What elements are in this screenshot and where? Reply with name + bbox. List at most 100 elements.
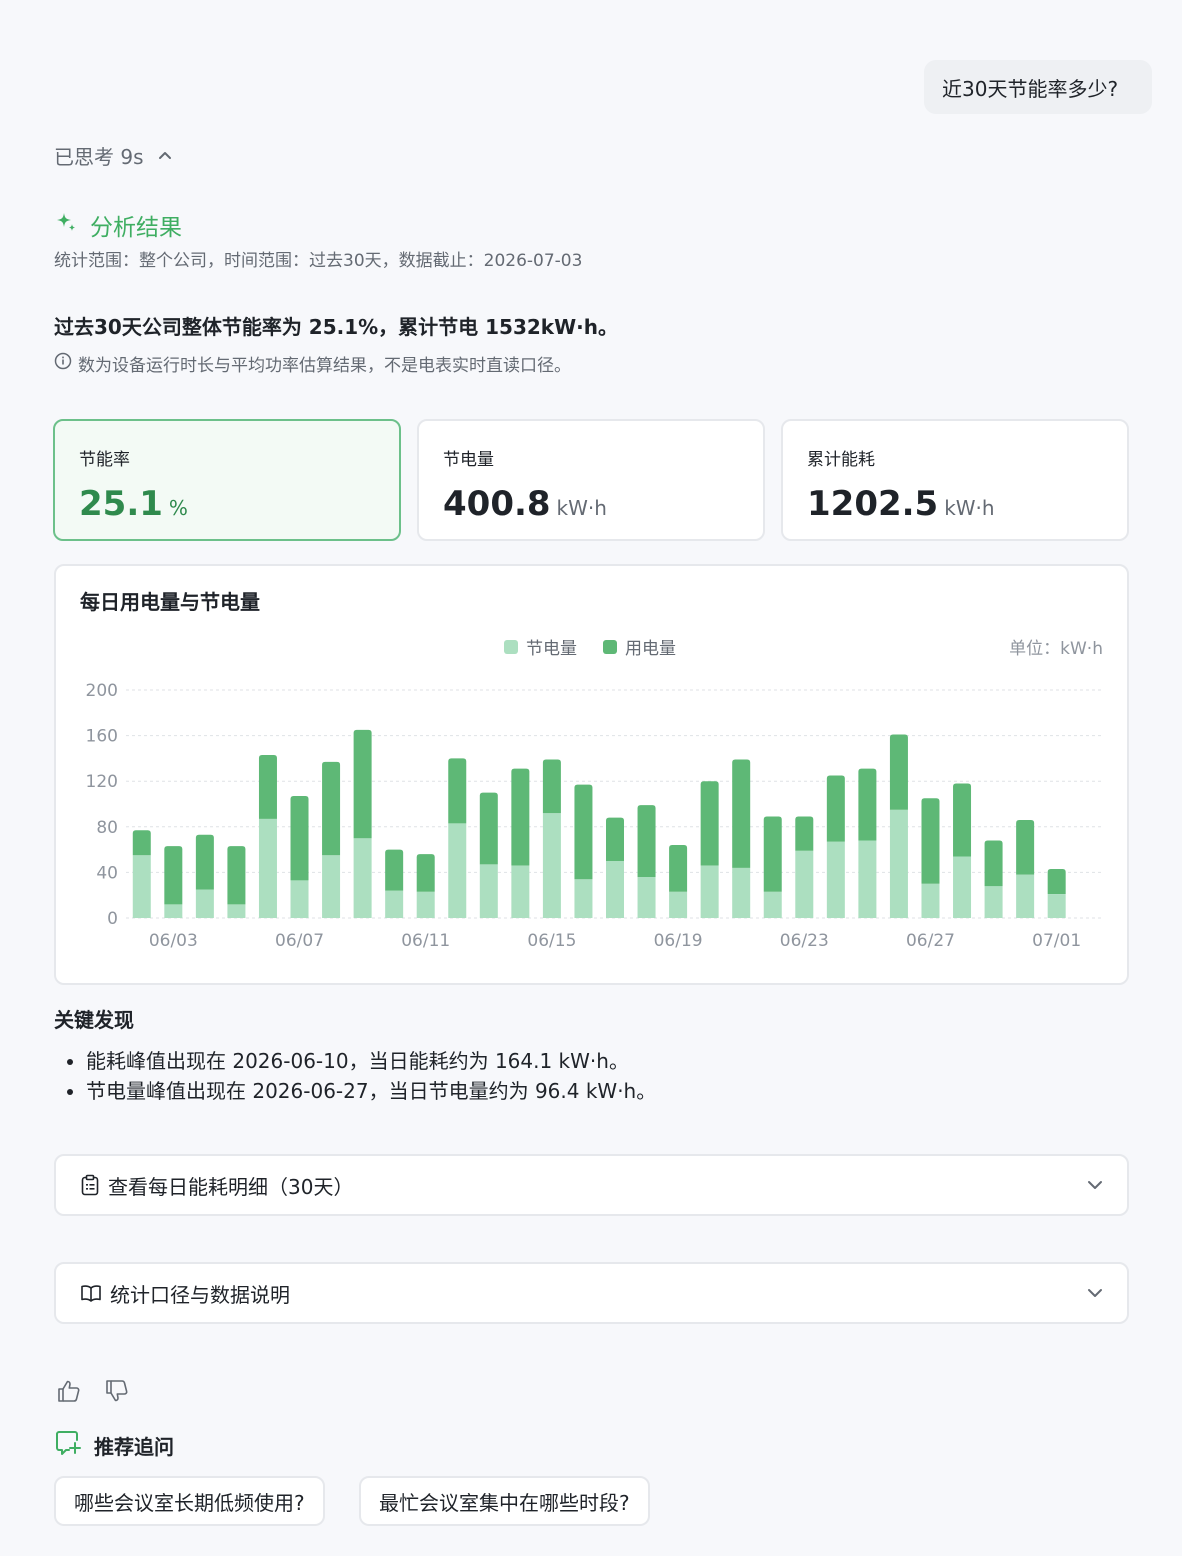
kpi-value: 25.1 xyxy=(79,484,163,524)
bar-used xyxy=(606,817,624,861)
bar-saved xyxy=(795,850,814,918)
x-tick-label: 06/23 xyxy=(780,931,829,951)
suggestion-chip[interactable]: 哪些会议室长期低频使用? xyxy=(54,1476,325,1526)
thinking-toggle[interactable]: 已思考 9s xyxy=(54,140,172,170)
bar-used xyxy=(574,784,593,880)
analysis-header: 分析结果 xyxy=(54,208,182,242)
chevron-up-icon xyxy=(158,150,172,160)
daily-detail-collapsible[interactable]: 查看每日能耗明细（30天） xyxy=(54,1154,1129,1216)
kpi-label: 累计能耗 xyxy=(807,450,875,470)
kpi-value: 400.8 xyxy=(443,484,551,524)
sparkle-icon xyxy=(54,210,78,240)
analysis-meta: 统计范围：整个公司，时间范围：过去30天，数据截止：2026-07-03 xyxy=(54,251,583,271)
bar-saved xyxy=(1016,874,1035,918)
bar-used xyxy=(385,849,404,891)
bar-used xyxy=(195,834,214,890)
book-open-icon xyxy=(80,1283,102,1303)
bar-chart: 0 40 80 120 160 200 06/03 06/07 06/11 06/15 06/19 0… xyxy=(86,681,1104,951)
x-tick-label: 07/01 xyxy=(1032,931,1081,951)
bar-used xyxy=(795,816,814,851)
bar-saved xyxy=(385,890,404,918)
bar-saved xyxy=(353,838,372,918)
collapsible-label: 查看每日能耗明细（30天） xyxy=(108,1174,354,1199)
bar-saved xyxy=(322,855,341,918)
y-tick-label: 40 xyxy=(96,863,118,883)
kpi-unit: % xyxy=(168,496,188,520)
x-tick-label: 06/27 xyxy=(906,931,955,951)
x-tick-label: 06/15 xyxy=(527,931,576,951)
bar-used xyxy=(889,734,908,810)
user-message-text: 近30天节能率多少? xyxy=(942,76,1119,101)
bar-used xyxy=(322,761,341,856)
bar-saved xyxy=(889,809,908,918)
bar-used xyxy=(479,792,498,865)
bar-saved xyxy=(574,879,593,918)
chevron-down-icon xyxy=(1087,1288,1103,1298)
bar-used xyxy=(953,783,972,857)
bar-saved xyxy=(195,889,214,918)
kpi-label: 节能率 xyxy=(79,450,130,470)
finding-item: 能耗峰值出现在 2026-06-10，当日能耗约为 164.1 kW·h。 xyxy=(86,1046,656,1076)
suggestion-chip[interactable]: 最忙会议室集中在哪些时段? xyxy=(359,1476,650,1526)
bar-saved xyxy=(132,855,151,918)
bar-used xyxy=(984,840,1003,887)
bar-used xyxy=(669,845,688,892)
chat-plus-icon xyxy=(54,1430,82,1461)
bar-saved xyxy=(416,891,435,918)
bar-used xyxy=(1047,868,1066,895)
bar-saved xyxy=(700,865,719,918)
bar-saved xyxy=(258,818,277,918)
bar-saved xyxy=(763,891,782,918)
x-tick-label: 06/03 xyxy=(149,931,198,951)
bar-saved xyxy=(669,891,688,918)
y-tick-label: 0 xyxy=(107,909,118,929)
bar-saved xyxy=(1047,894,1066,918)
bar-saved xyxy=(606,861,624,918)
suggestion-chip-label: 最忙会议室集中在哪些时段? xyxy=(379,1490,630,1515)
kpi-unit: kW·h xyxy=(556,496,607,520)
kpi-unit: kW·h xyxy=(944,496,995,520)
bar-used xyxy=(826,775,845,842)
bar-used xyxy=(416,854,435,892)
bar-used xyxy=(637,805,656,877)
thumbs-up-icon[interactable] xyxy=(56,1378,82,1404)
bar-saved xyxy=(511,865,530,918)
bar-used xyxy=(290,796,309,881)
bar-saved xyxy=(953,856,972,918)
bar-saved xyxy=(290,880,309,918)
analysis-summary: 过去30天公司整体节能率为 25.1%，累计节电 1532kW·h。 xyxy=(54,315,619,339)
collapsible-label: 统计口径与数据说明 xyxy=(110,1282,290,1307)
bar-saved xyxy=(858,840,877,918)
bar-used xyxy=(763,816,782,892)
bar-used xyxy=(227,846,246,905)
chevron-down-icon xyxy=(1087,1180,1103,1190)
bar-saved xyxy=(448,823,467,918)
info-icon xyxy=(54,352,72,375)
bar-saved xyxy=(732,867,751,918)
bar-saved xyxy=(984,886,1003,918)
feedback-bar xyxy=(56,1378,130,1404)
analysis-title: 分析结果 xyxy=(90,215,182,241)
bar-saved xyxy=(826,841,845,918)
chart-card: 每日用电量与节电量 节电量 用电量 单位：kW·h 0 40 80 120 160 200… xyxy=(54,564,1129,985)
y-tick-label: 160 xyxy=(86,727,118,747)
bar-saved xyxy=(164,904,183,918)
bar-saved xyxy=(637,876,656,918)
bar-used xyxy=(448,758,467,824)
kpi-value: 1202.5 xyxy=(807,484,939,524)
suggestion-chip-label: 哪些会议室长期低频使用? xyxy=(74,1490,305,1515)
stats-notes-collapsible[interactable]: 统计口径与数据说明 xyxy=(54,1262,1129,1324)
recommend-title: 推荐追问 xyxy=(94,1435,174,1459)
kpi-label: 节电量 xyxy=(443,450,494,470)
y-tick-label: 120 xyxy=(86,772,118,792)
kpi-card-saved-energy: 节电量 400.8 kW·h xyxy=(417,419,765,541)
kpi-card-saving-rate: 节能率 25.1 % xyxy=(53,419,401,541)
analysis-note: 数为设备运行时长与平均功率估算结果，不是电表实时直读口径。 xyxy=(54,351,571,376)
thumbs-down-icon[interactable] xyxy=(104,1378,130,1404)
y-tick-label: 200 xyxy=(86,681,118,701)
bar-used xyxy=(700,781,719,866)
bar-saved xyxy=(542,813,561,918)
bar-used xyxy=(921,798,940,884)
findings-title: 关键发现 xyxy=(54,1008,134,1032)
bar-used xyxy=(542,759,561,814)
